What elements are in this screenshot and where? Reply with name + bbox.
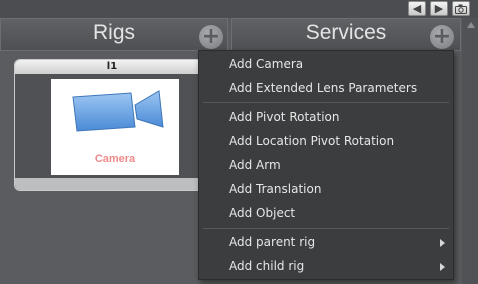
scrollbar[interactable] [462, 18, 478, 284]
camera-thumbnail: Camera [51, 79, 179, 175]
menu-item-label: Add parent rig [229, 235, 316, 249]
services-panel-header: Services + [231, 18, 461, 51]
menu-item-add-child-rig[interactable]: Add child rig [199, 255, 453, 277]
menu-item-add-translation[interactable]: Add Translation [199, 178, 453, 200]
menu-item-label: Add child rig [229, 259, 305, 273]
services-title: Services [305, 21, 387, 44]
rig-card[interactable]: l1 Camera [14, 59, 210, 191]
add-service-context-menu: Add Camera Add Extended Lens Parameters … [198, 50, 454, 280]
add-rig-button[interactable]: + [199, 25, 223, 49]
camera-caption: Camera [94, 153, 136, 165]
menu-item-add-arm[interactable]: Add Arm [199, 154, 453, 176]
top-toolbar: ◀ ▶ [0, 0, 478, 18]
rigs-title: Rigs [92, 21, 135, 44]
menu-item-add-extended-lens-parameters[interactable]: Add Extended Lens Parameters [199, 77, 453, 99]
menu-item-add-location-pivot-rotation[interactable]: Add Location Pivot Rotation [199, 130, 453, 152]
submenu-arrow-icon [440, 239, 445, 247]
back-arrow-icon[interactable]: ◀ [408, 1, 426, 16]
camera-icon[interactable] [452, 1, 470, 16]
menu-separator [203, 102, 449, 103]
menu-item-add-pivot-rotation[interactable]: Add Pivot Rotation [199, 106, 453, 128]
forward-arrow-icon[interactable]: ▶ [430, 1, 448, 16]
menu-item-add-camera[interactable]: Add Camera [199, 53, 453, 75]
menu-item-add-parent-rig[interactable]: Add parent rig [199, 231, 453, 253]
rig-card-title: l1 [15, 60, 209, 74]
camera-body-icon [72, 90, 164, 132]
scroll-up-icon[interactable] [467, 22, 475, 28]
menu-item-add-object[interactable]: Add Object [199, 202, 453, 224]
submenu-arrow-icon [440, 263, 445, 271]
add-service-button[interactable]: + [430, 25, 454, 49]
rig-card-footer [15, 178, 209, 190]
menu-separator [203, 228, 449, 229]
rigs-panel-header: Rigs + [0, 18, 228, 51]
